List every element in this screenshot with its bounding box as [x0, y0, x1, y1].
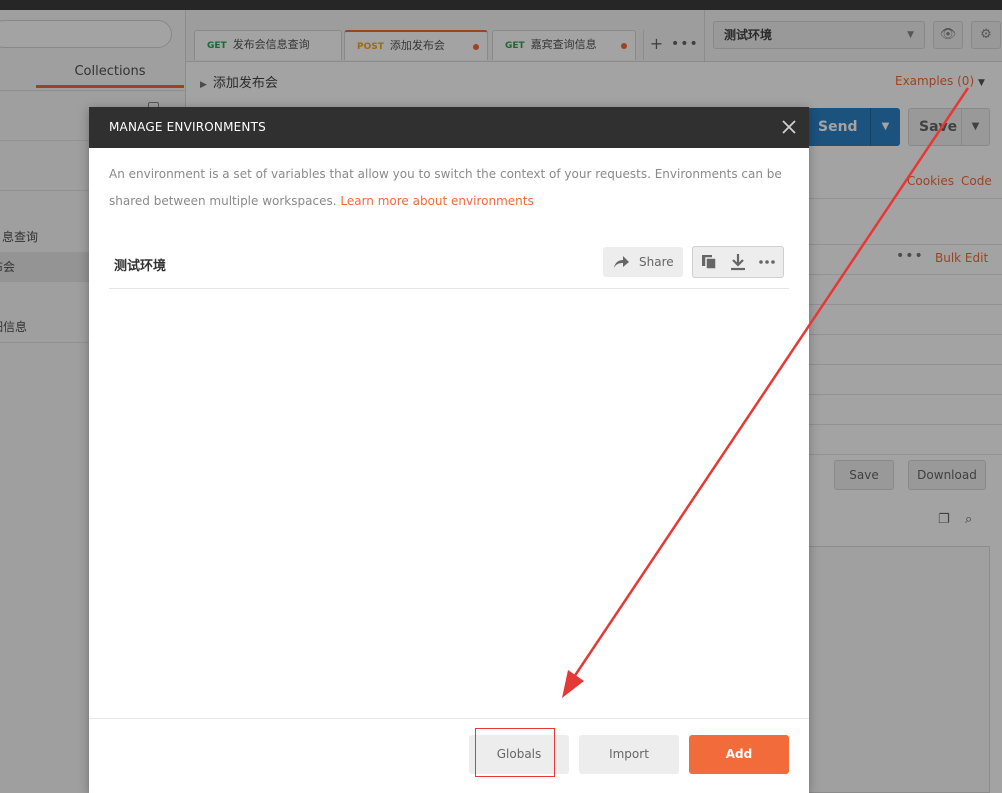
modal-footer: Globals Import Add [89, 718, 809, 793]
add-button[interactable]: Add [689, 735, 789, 774]
annotation-highlight-box [475, 728, 555, 777]
share-label: Share [639, 255, 674, 269]
environment-row[interactable]: 测试环境 Share [109, 243, 789, 289]
share-arrow-icon [614, 256, 629, 268]
close-icon[interactable] [779, 117, 799, 137]
duplicate-icon[interactable] [699, 253, 719, 271]
import-button[interactable]: Import [579, 735, 679, 774]
modal-title: MANAGE ENVIRONMENTS [109, 120, 266, 134]
share-button[interactable]: Share [603, 247, 683, 277]
learn-more-link[interactable]: Learn more about environments [340, 194, 533, 208]
download-icon[interactable] [728, 253, 748, 271]
modal-header: MANAGE ENVIRONMENTS [89, 107, 809, 148]
manage-environments-modal: MANAGE ENVIRONMENTS An environment is a … [89, 107, 809, 793]
environment-name[interactable]: 测试环境 [114, 255, 166, 274]
modal-description: An environment is a set of variables tha… [109, 161, 789, 215]
environment-actions [692, 246, 784, 278]
more-icon[interactable] [757, 253, 777, 271]
